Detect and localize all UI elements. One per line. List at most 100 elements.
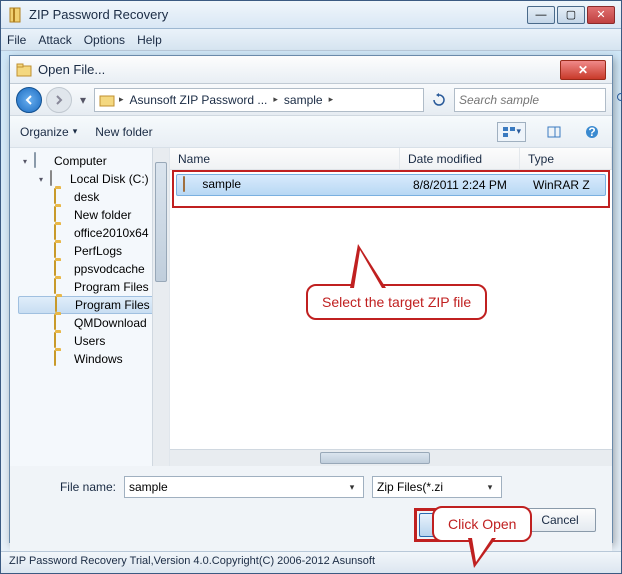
preview-icon bbox=[547, 125, 561, 139]
close-button[interactable]: ✕ bbox=[587, 6, 615, 24]
refresh-icon bbox=[432, 93, 446, 107]
tree-folder[interactable]: desk bbox=[18, 188, 169, 206]
dialog-title: Open File... bbox=[38, 62, 560, 77]
main-window: ZIP Password Recovery — ▢ ✕ File Attack … bbox=[0, 0, 622, 574]
breadcrumb-seg-1[interactable]: Asunsoft ZIP Password ... bbox=[128, 93, 270, 107]
sidebar: ▾ Computer ▾ Local Disk (C:) desk New fol… bbox=[10, 148, 170, 466]
breadcrumb[interactable]: ▸ Asunsoft ZIP Password ... ▸ sample ▸ bbox=[94, 88, 424, 112]
folder-icon bbox=[54, 314, 56, 330]
menu-options[interactable]: Options bbox=[84, 33, 125, 47]
app-icon bbox=[7, 7, 23, 23]
scrollbar-thumb[interactable] bbox=[155, 162, 167, 282]
open-file-dialog: Open File... ✕ ▾ ▸ Asunsoft ZIP Password… bbox=[9, 55, 613, 543]
horizontal-scrollbar[interactable] bbox=[170, 449, 612, 466]
chevron-right-icon[interactable]: ▸ bbox=[119, 94, 124, 105]
help-icon: ? bbox=[585, 125, 599, 139]
column-type[interactable]: Type bbox=[520, 148, 612, 169]
tree-folder[interactable]: ppsvodcache bbox=[18, 260, 169, 278]
tree-label: Program Files ( bbox=[75, 298, 157, 312]
tree-label: Program Files bbox=[74, 280, 149, 294]
folder-icon bbox=[54, 242, 56, 258]
open-file-icon bbox=[16, 62, 32, 78]
organize-button[interactable]: Organize ▾ bbox=[20, 125, 77, 139]
tree-label: Computer bbox=[54, 154, 107, 168]
search-icon[interactable] bbox=[616, 92, 622, 107]
tree-folder[interactable]: PerfLogs bbox=[18, 242, 169, 260]
disk-icon bbox=[50, 170, 52, 186]
column-name[interactable]: Name bbox=[170, 148, 400, 169]
chevron-down-icon: ▾ bbox=[73, 126, 78, 137]
filename-label: File name: bbox=[26, 480, 116, 494]
tree-label: office2010x64 bbox=[74, 226, 149, 240]
tree-label: New folder bbox=[74, 208, 131, 222]
chevron-down-icon[interactable]: ▾ bbox=[345, 482, 359, 493]
tree-label: Windows bbox=[74, 352, 123, 366]
menubar: File Attack Options Help bbox=[1, 29, 621, 51]
dialog-close-button[interactable]: ✕ bbox=[560, 60, 606, 80]
folder-icon bbox=[99, 92, 115, 108]
folder-icon bbox=[54, 260, 56, 276]
filetype-combo[interactable]: Zip Files(*.zi ▾ bbox=[372, 476, 502, 498]
column-date[interactable]: Date modified bbox=[400, 148, 520, 169]
back-button[interactable] bbox=[16, 87, 42, 113]
status-bar: ZIP Password Recovery Trial,Version 4.0.… bbox=[1, 551, 621, 573]
tree-folder[interactable]: New folder bbox=[18, 206, 169, 224]
maximize-button[interactable]: ▢ bbox=[557, 6, 585, 24]
tree-folder[interactable]: Program Files bbox=[18, 278, 169, 296]
folder-icon bbox=[54, 332, 56, 348]
annotation-box bbox=[172, 170, 610, 208]
nav-history-dropdown[interactable]: ▾ bbox=[76, 87, 90, 113]
help-button[interactable]: ? bbox=[582, 122, 602, 142]
collapse-icon[interactable]: ▾ bbox=[36, 174, 46, 184]
tree-folder[interactable]: Users bbox=[18, 332, 169, 350]
toolbar: Organize ▾ New folder ▾ ? bbox=[10, 116, 612, 148]
minimize-button[interactable]: — bbox=[527, 6, 555, 24]
app-titlebar: ZIP Password Recovery — ▢ ✕ bbox=[1, 1, 621, 29]
app-title: ZIP Password Recovery bbox=[29, 7, 527, 22]
search-input[interactable] bbox=[459, 93, 616, 107]
computer-icon bbox=[34, 152, 36, 168]
chevron-down-icon[interactable]: ▾ bbox=[483, 482, 497, 493]
folder-icon bbox=[54, 224, 56, 240]
forward-button[interactable] bbox=[46, 87, 72, 113]
menu-help[interactable]: Help bbox=[137, 33, 162, 47]
collapse-icon[interactable]: ▾ bbox=[20, 156, 30, 166]
tree-folder[interactable]: QMDownload bbox=[18, 314, 169, 332]
tree-label: Users bbox=[74, 334, 105, 348]
tree-folder[interactable]: office2010x64 bbox=[18, 224, 169, 242]
tree-computer[interactable]: ▾ Computer bbox=[18, 152, 169, 170]
folder-icon bbox=[55, 296, 57, 312]
svg-text:?: ? bbox=[588, 125, 595, 139]
filetype-value: Zip Files(*.zi bbox=[377, 480, 483, 494]
view-button[interactable]: ▾ bbox=[497, 122, 526, 142]
folder-icon bbox=[54, 350, 56, 366]
tree-label: desk bbox=[74, 190, 99, 204]
tree-local-disk[interactable]: ▾ Local Disk (C:) bbox=[18, 170, 169, 188]
tree-label: PerfLogs bbox=[74, 244, 122, 258]
scrollbar-thumb[interactable] bbox=[320, 452, 430, 464]
folder-icon bbox=[54, 278, 56, 294]
dialog-titlebar: Open File... ✕ bbox=[10, 56, 612, 84]
tree-label: Local Disk (C:) bbox=[70, 172, 149, 186]
arrow-left-icon bbox=[23, 94, 35, 106]
menu-attack[interactable]: Attack bbox=[38, 33, 71, 47]
tree-folder[interactable]: Program Files ( bbox=[18, 296, 169, 314]
sidebar-scrollbar[interactable] bbox=[152, 148, 169, 466]
tree-folder[interactable]: Windows bbox=[18, 350, 169, 368]
preview-pane-button[interactable] bbox=[544, 122, 564, 142]
cancel-button[interactable]: Cancel bbox=[524, 508, 596, 532]
breadcrumb-seg-2[interactable]: sample bbox=[282, 93, 325, 107]
navbar: ▾ ▸ Asunsoft ZIP Password ... ▸ sample ▸ bbox=[10, 84, 612, 116]
view-icon bbox=[502, 125, 516, 139]
archive-icon bbox=[183, 176, 185, 192]
new-folder-button[interactable]: New folder bbox=[95, 125, 152, 139]
search-box[interactable] bbox=[454, 88, 606, 112]
menu-file[interactable]: File bbox=[7, 33, 26, 47]
filename-value: sample bbox=[129, 480, 345, 494]
folder-icon bbox=[54, 206, 56, 222]
refresh-button[interactable] bbox=[428, 89, 450, 111]
chevron-right-icon[interactable]: ▸ bbox=[329, 94, 334, 105]
tree-label: ppsvodcache bbox=[74, 262, 145, 276]
chevron-right-icon[interactable]: ▸ bbox=[273, 94, 278, 105]
filename-combo[interactable]: sample ▾ bbox=[124, 476, 364, 498]
